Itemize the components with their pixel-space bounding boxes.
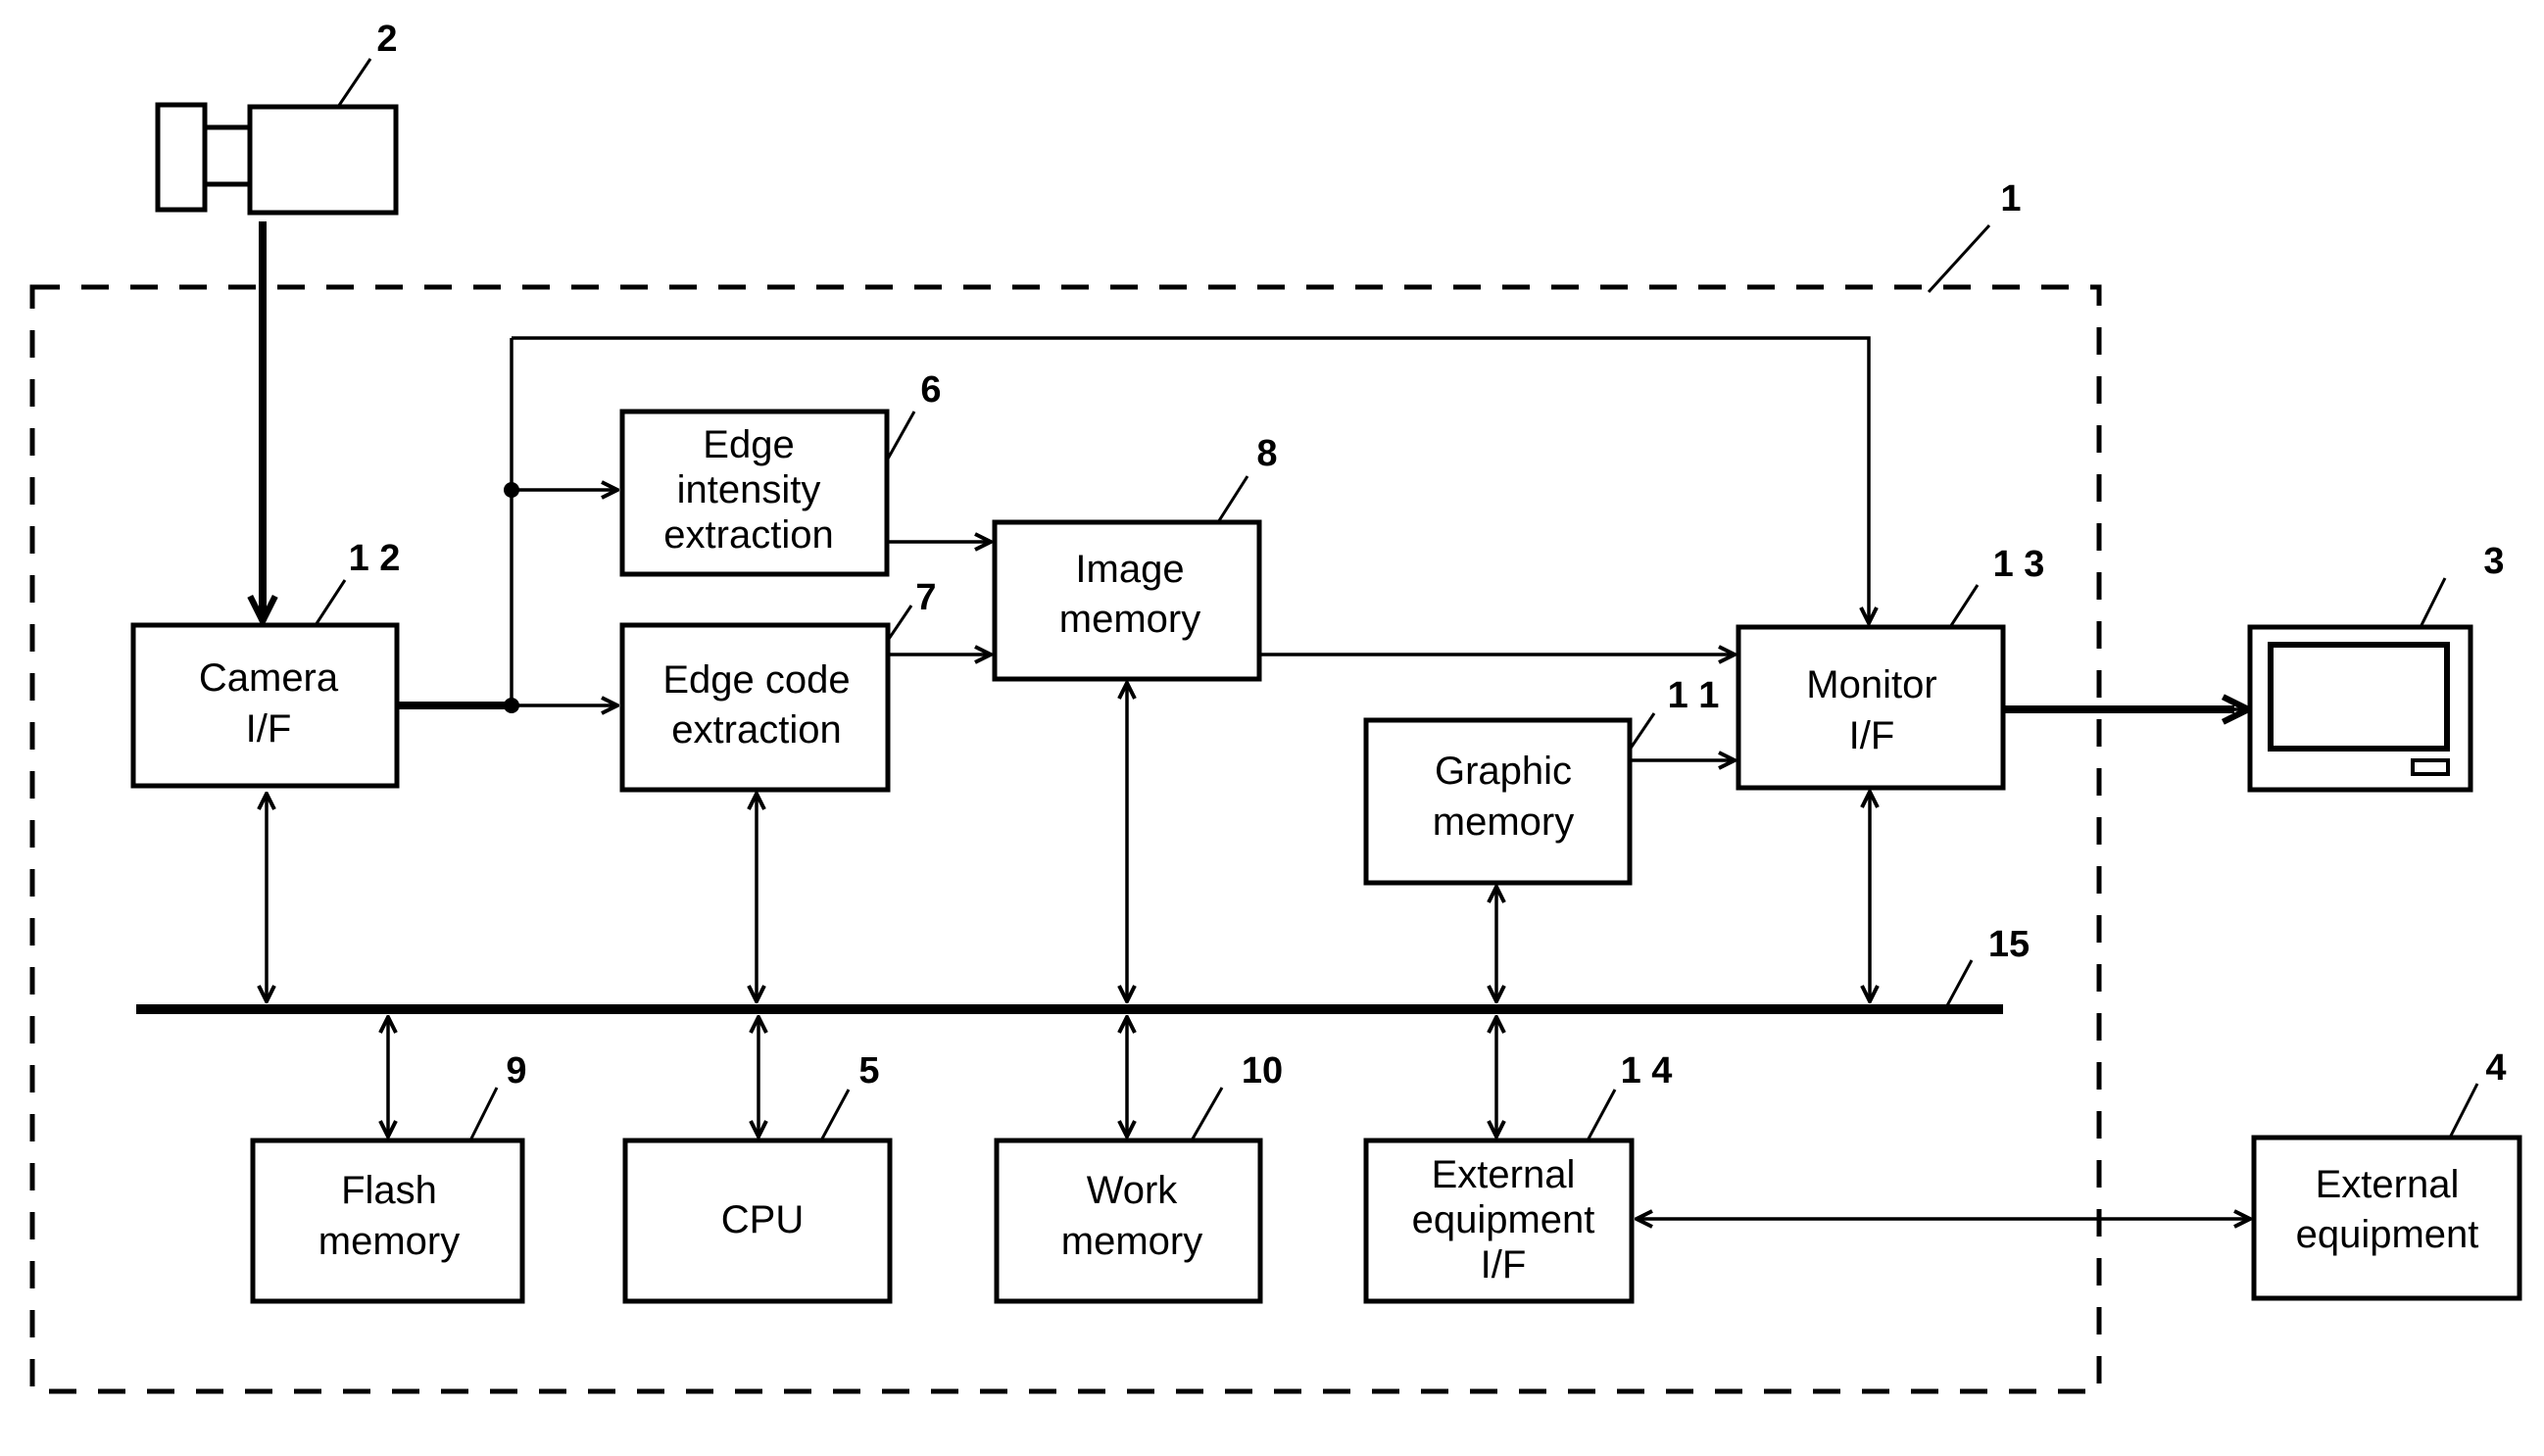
monitor-icon	[2247, 624, 2473, 793]
block-diagram: 1 2 Camera I/F 1 2 Edge intensity extrac…	[29, 19, 2522, 1394]
image-memory-ref: 8	[1256, 433, 1277, 474]
graphic-memory-line1: Graphic	[1435, 750, 1572, 793]
edge-intensity-line3: extraction	[663, 513, 833, 557]
external-if-line3: I/F	[1481, 1243, 1527, 1286]
edge-code-line1: Edge code	[662, 658, 850, 702]
external-equipment-ref: 4	[2485, 1047, 2506, 1089]
flash-memory-ref: 9	[506, 1050, 526, 1092]
flash-memory-block[interactable]: Flash memory	[250, 1138, 525, 1304]
bus-leader	[1943, 959, 1974, 1010]
edge-code-line2: extraction	[671, 708, 841, 752]
monitor-leader	[2419, 577, 2447, 628]
work-memory-leader	[1190, 1087, 1224, 1141]
monitor-if-block[interactable]: Monitor I/F	[1736, 624, 2006, 791]
external-if-leader	[1586, 1089, 1617, 1141]
camera-if-leader	[314, 579, 347, 626]
external-equipment-leader	[2448, 1083, 2479, 1139]
edge-intensity-line1: Edge	[703, 423, 794, 466]
flash-memory-line2: memory	[318, 1220, 460, 1263]
work-memory-block[interactable]: Work memory	[994, 1138, 1263, 1304]
monitor-if-line1: Monitor	[1806, 663, 1936, 706]
camera-if-line1: Camera	[199, 656, 339, 700]
edge-intensity-block[interactable]: Edge intensity extraction	[619, 409, 890, 577]
system-ref: 1	[2000, 178, 2021, 219]
edge-code-ref: 7	[915, 577, 936, 618]
cpu-line1: CPU	[721, 1198, 804, 1241]
camera-ref: 2	[376, 19, 397, 60]
image-memory-block[interactable]: Image memory	[992, 519, 1262, 682]
monitor-if-ref: 1 3	[1993, 544, 2045, 585]
edge-intensity-line2: intensity	[677, 468, 821, 511]
cpu-leader	[819, 1089, 851, 1141]
work-memory-line2: memory	[1061, 1220, 1202, 1263]
camera-if-ref: 1 2	[349, 538, 401, 579]
graphic-memory-line2: memory	[1433, 801, 1574, 844]
external-equipment-line2: equipment	[2296, 1213, 2479, 1256]
external-equipment-block[interactable]: External equipment	[2251, 1135, 2522, 1301]
external-if-block[interactable]: External equipment I/F	[1363, 1138, 1635, 1304]
edge-code-block[interactable]: Edge code extraction	[619, 622, 891, 793]
cpu-ref: 5	[858, 1050, 879, 1092]
image-memory-line2: memory	[1059, 598, 1200, 641]
monitor-if-leader	[1948, 584, 1980, 628]
system-leader	[1927, 223, 1991, 294]
camera-leader	[336, 58, 372, 108]
external-if-line2: equipment	[1412, 1198, 1595, 1241]
monitor-if-line2: I/F	[1849, 714, 1895, 757]
graphic-memory-leader	[1628, 712, 1656, 751]
bus-ref: 15	[1988, 924, 2030, 965]
edge-intensity-leader	[885, 411, 916, 461]
graphic-memory-ref: 1 1	[1668, 675, 1720, 716]
cpu-block[interactable]: CPU	[622, 1138, 893, 1304]
camera-icon	[155, 102, 399, 216]
image-memory-leader	[1216, 475, 1249, 523]
flash-memory-leader	[468, 1087, 499, 1141]
camera-if-line2: I/F	[246, 707, 292, 751]
edge-code-leader	[885, 605, 913, 643]
flash-memory-line1: Flash	[341, 1169, 437, 1212]
camera-if-block[interactable]: Camera I/F	[130, 622, 400, 789]
image-memory-line1: Image	[1075, 548, 1184, 591]
edge-intensity-ref: 6	[920, 369, 941, 411]
work-memory-ref: 10	[1242, 1050, 1283, 1092]
monitor-ref: 3	[2483, 541, 2504, 582]
work-memory-line1: Work	[1087, 1169, 1179, 1212]
external-if-line1: External	[1432, 1153, 1576, 1196]
external-equipment-line1: External	[2316, 1163, 2460, 1206]
external-if-ref: 1 4	[1621, 1050, 1673, 1092]
graphic-memory-block[interactable]: Graphic memory	[1363, 717, 1633, 886]
